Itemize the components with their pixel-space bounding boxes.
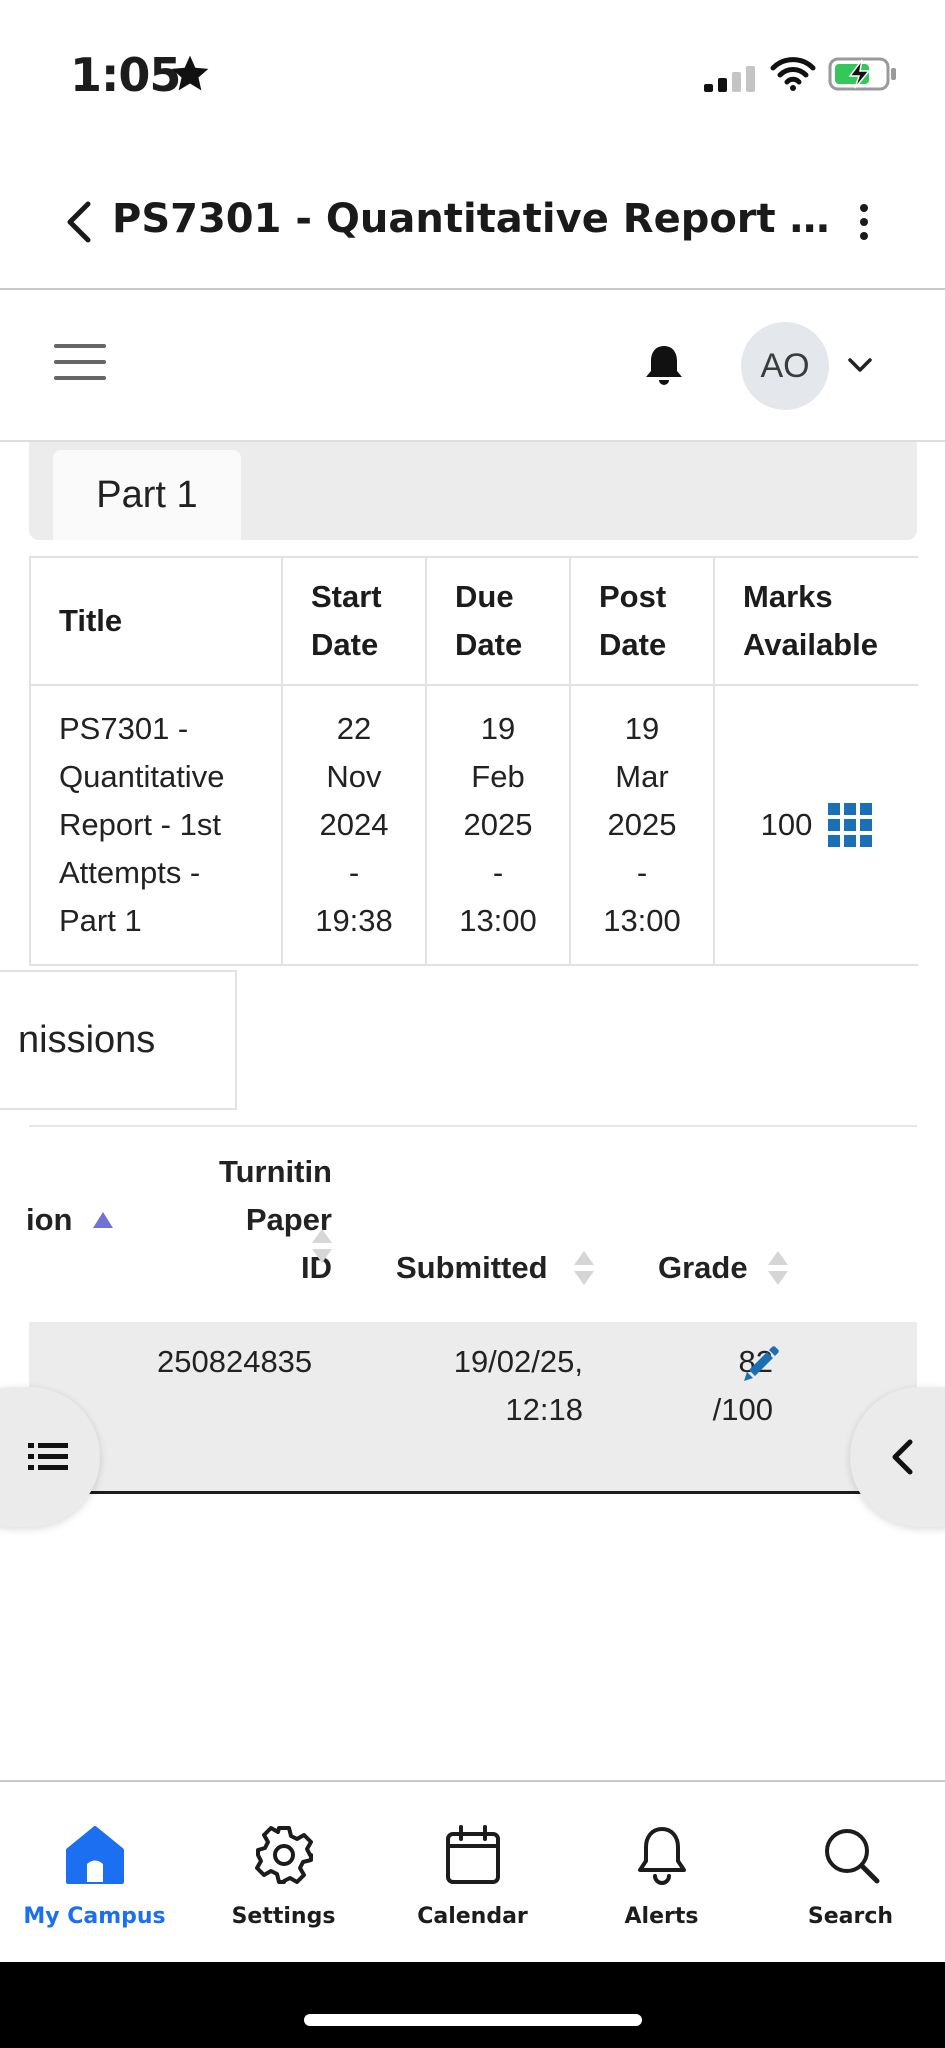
tab-alerts[interactable]: Alerts — [567, 1782, 756, 1964]
chevron-down-icon[interactable] — [846, 354, 874, 376]
submissions-header-row: ion Turnitin Paper ID Submitted Grade — [0, 1142, 945, 1332]
hamburger-menu-icon[interactable] — [54, 342, 106, 382]
assignment-header-row: Title Start Date Due Date Post Date Marks Av… — [29, 556, 918, 686]
header-grade[interactable]: Grade — [658, 1244, 748, 1292]
table-row: 250824835 19/02/25, 12:18 82/100 — [29, 1322, 917, 1494]
marks-value: 100 — [760, 807, 813, 842]
header-turnitin-paper-id[interactable]: Turnitin Paper ID — [152, 1148, 332, 1292]
cellular-signal-icon — [704, 66, 755, 92]
tab-part-1[interactable]: Part 1 — [53, 450, 241, 540]
user-avatar[interactable]: AO — [741, 322, 829, 410]
header-title: Title — [29, 556, 283, 686]
sort-ascending-icon[interactable] — [92, 1202, 114, 1240]
chevron-left-icon — [892, 1439, 913, 1475]
tab-label: Settings — [231, 1904, 336, 1929]
part-tab-strip: Part 1 — [29, 442, 917, 540]
status-bar: 1:05 — [0, 0, 945, 150]
tab-label: Alerts — [624, 1904, 699, 1929]
home-indicator[interactable] — [304, 2014, 642, 2026]
pencil-edit-icon[interactable] — [741, 1342, 781, 1382]
status-time: 1:05 — [70, 48, 181, 102]
home-icon — [66, 1826, 124, 1884]
header-marks-available: Marks Available — [713, 556, 918, 686]
star-icon — [171, 55, 209, 91]
table-row: PS7301 - Quantitative Report - 1st Attempts… — [29, 684, 918, 966]
home-indicator-area — [0, 1962, 945, 2048]
battery-charging-icon — [828, 57, 896, 91]
header-submitted[interactable]: Submitted — [396, 1244, 548, 1292]
tab-my-campus[interactable]: My Campus — [0, 1782, 189, 1964]
bell-icon — [638, 1827, 686, 1885]
sort-icon[interactable] — [767, 1249, 789, 1287]
start-date-cell: 22 Nov 2024-19:38 — [281, 684, 427, 966]
wifi-icon — [770, 57, 816, 91]
back-chevron-icon[interactable] — [62, 200, 98, 244]
sort-icon[interactable] — [573, 1249, 595, 1287]
divider — [29, 1125, 917, 1127]
submitted-cell: 19/02/25, 12:18 — [453, 1344, 583, 1427]
tab-submissions[interactable]: nissions — [0, 970, 237, 1110]
calendar-icon — [446, 1825, 500, 1884]
content-area: Part 1 Title Start Date Due Date Post Date … — [0, 442, 945, 1780]
tab-search[interactable]: Search — [756, 1782, 945, 1964]
bottom-tab-bar: My Campus Settings Calendar Alerts Searc… — [0, 1780, 945, 1962]
post-date-cell: 19 Mar 2025-13:00 — [569, 684, 715, 966]
list-icon — [28, 1443, 68, 1470]
app-header: PS7301 - Quantitative Report - 1st A... — [0, 150, 945, 290]
grid-icon[interactable] — [828, 803, 873, 847]
web-navbar: AO — [0, 290, 945, 442]
assignment-table: Title Start Date Due Date Post Date Marks Av… — [29, 556, 918, 966]
more-vertical-icon[interactable] — [852, 202, 876, 242]
tab-calendar[interactable]: Calendar — [378, 1782, 567, 1964]
tab-settings[interactable]: Settings — [189, 1782, 378, 1964]
search-icon — [825, 1829, 880, 1884]
tab-label: My Campus — [23, 1904, 166, 1929]
page-title: PS7301 - Quantitative Report - 1st A... — [112, 196, 842, 242]
sort-icon[interactable] — [311, 1227, 333, 1265]
header-start-date: Start Date — [281, 556, 427, 686]
header-due-date: Due Date — [425, 556, 571, 686]
gear-icon — [255, 1826, 313, 1884]
header-col1[interactable]: ion — [26, 1196, 73, 1244]
tab-label: Calendar — [417, 1904, 528, 1929]
notifications-bell-icon[interactable] — [640, 342, 688, 388]
tab-label: Search — [807, 1904, 894, 1929]
assignment-title-cell: PS7301 - Quantitative Report - 1st Attempts… — [29, 684, 283, 966]
due-date-cell: 19 Feb 2025-13:00 — [425, 684, 571, 966]
paper-id-cell: 250824835 — [157, 1344, 313, 1379]
header-post-date: Post Date — [569, 556, 715, 686]
marks-available-cell: 100 — [713, 684, 918, 966]
